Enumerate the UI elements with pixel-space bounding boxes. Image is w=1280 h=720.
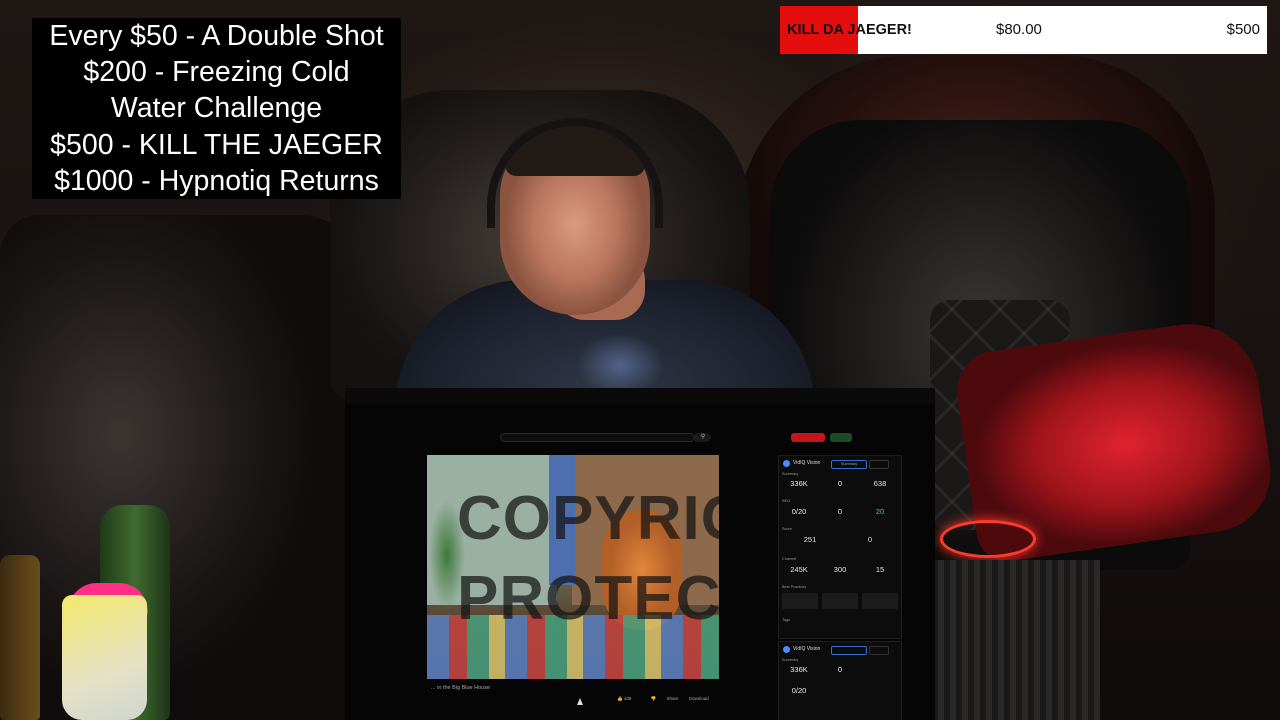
screen-share-capture: ⚲ COPYRIG PROTECT ... in the Big Blue Ho…: [345, 388, 935, 720]
stat-likes-2: 251: [793, 535, 827, 544]
stat-likes-2-value: 251: [803, 535, 817, 544]
stat-seo-score-value: 20: [875, 507, 885, 516]
donation-goal-bar: KILL DA JAEGER! $80.00 $500: [780, 6, 1267, 54]
goal-line-5: $1000 - Hypnotiq Returns: [54, 164, 379, 197]
search-icon[interactable]: ⚲: [695, 433, 711, 442]
copyright-watermark: COPYRIG PROTECT: [427, 479, 719, 639]
like-button[interactable]: 👍 438: [617, 696, 640, 701]
best-practice-item[interactable]: [822, 593, 858, 609]
liquor-bottle: [0, 555, 40, 720]
video-title: ... in the Big Blue House: [431, 685, 491, 691]
stat-subscribers-value: 300: [833, 565, 847, 574]
best-practices-label: Best Practices: [782, 585, 807, 589]
vidiq-tab-summary[interactable]: Summary: [831, 460, 867, 469]
stat-tags-value: 0/20: [791, 507, 807, 516]
summary-label: Summary: [782, 472, 799, 476]
stat-comments-value: 0: [837, 479, 843, 488]
vidiq-tab-2[interactable]: [831, 646, 867, 655]
goal-line-3: Water Challenge: [110, 92, 323, 125]
vidiq-name-2: VidIQ Vision: [793, 646, 821, 652]
stat-subscribers: 300: [823, 565, 857, 574]
stat-channel-views: 245K: [782, 565, 816, 574]
best-practice-item[interactable]: [862, 593, 898, 609]
watermark-line-1: COPYRIG: [457, 484, 719, 553]
stat-ranked-tags: 0: [823, 507, 857, 516]
stat-views: 336K: [782, 479, 816, 488]
thumbs-down-icon[interactable]: 👎: [651, 696, 657, 701]
donation-goals-overlay: Every $50 - A Double Shot $200 - Freezin…: [32, 18, 401, 199]
stat-views-2-value: 336K: [790, 665, 808, 674]
stat-dislikes-value: 0: [867, 535, 873, 544]
stat-tags: 0/20: [782, 507, 816, 516]
stat-channel-views-value: 245K: [790, 565, 808, 574]
channel-label: Channel: [782, 557, 797, 561]
vidiq-settings-button-2[interactable]: [869, 646, 889, 655]
stat-tags-2: 0/20: [782, 686, 816, 695]
score-label: Score: [782, 527, 792, 531]
share-button[interactable]: Share: [667, 696, 679, 701]
red-led-ring: [940, 520, 1036, 558]
download-button[interactable]: Download: [689, 696, 709, 701]
tags-label: Tags: [782, 618, 791, 622]
seo-label: SEO: [782, 499, 791, 503]
like-count: 438: [623, 696, 632, 701]
stat-seo-score: 20: [863, 507, 897, 516]
goal-current-amount: $80.00: [996, 21, 1042, 38]
best-practice-item[interactable]: [782, 593, 818, 609]
vidiq-name: VidIQ Vision: [793, 460, 821, 466]
goal-line-4: $500 - KILL THE JAEGER: [50, 128, 383, 161]
bookmarks-bar: [430, 418, 930, 429]
stat-videos: 15: [863, 565, 897, 574]
goal-line-2: $200 - Freezing Cold: [83, 56, 350, 89]
goal-line-1: Every $50 - A Double Shot: [49, 20, 384, 52]
vidiq-logo-icon: [783, 460, 790, 467]
goal-label: KILL DA JAEGER!: [787, 22, 912, 38]
youtube-header: ⚲: [500, 433, 880, 445]
best-practices-row: [782, 593, 898, 613]
vidiq-header: VidIQ Vision Summary: [783, 460, 897, 469]
stat-comments-2: 0: [823, 665, 857, 674]
summary-label-2: Summary: [782, 658, 799, 662]
vidiq-header-2: VidIQ Vision: [783, 646, 897, 655]
audio-mixer: [920, 560, 1100, 720]
cup: [62, 595, 147, 720]
video-player[interactable]: COPYRIG PROTECT: [427, 455, 719, 679]
bottles-on-table: [0, 505, 180, 720]
stat-views-2: 336K: [782, 665, 816, 674]
browser-tab-strip: [345, 388, 935, 404]
goal-target-amount: $500: [1226, 21, 1260, 38]
stat-dislikes: 0: [853, 535, 887, 544]
search-input[interactable]: [500, 433, 695, 442]
stat-comments: 0: [823, 479, 857, 488]
stat-likes-value: 638: [873, 479, 887, 488]
mouse-cursor-icon: [577, 698, 583, 705]
stat-likes: 638: [863, 479, 897, 488]
stat-comments-2-value: 0: [837, 665, 843, 674]
record-button[interactable]: [791, 433, 825, 442]
vidiq-panel: VidIQ Vision Summary Summary 336K 0 638 …: [778, 455, 902, 639]
headphones-icon: [487, 118, 663, 228]
vidiq-panel-2: VidIQ Vision Summary 336K 0 0/20: [778, 641, 902, 720]
stat-tags-2-value: 0/20: [791, 686, 807, 695]
vidiq-logo-icon: [783, 646, 790, 653]
live-button[interactable]: [830, 433, 852, 442]
watermark-line-2: PROTECT: [457, 564, 719, 633]
stat-videos-value: 15: [875, 565, 885, 574]
stat-ranked-tags-value: 0: [837, 507, 843, 516]
vidiq-settings-button[interactable]: [869, 460, 889, 469]
video-action-bar: 👍 438 👎 Share Download: [617, 696, 757, 704]
stat-views-value: 336K: [790, 479, 808, 488]
streamer: [395, 110, 815, 410]
